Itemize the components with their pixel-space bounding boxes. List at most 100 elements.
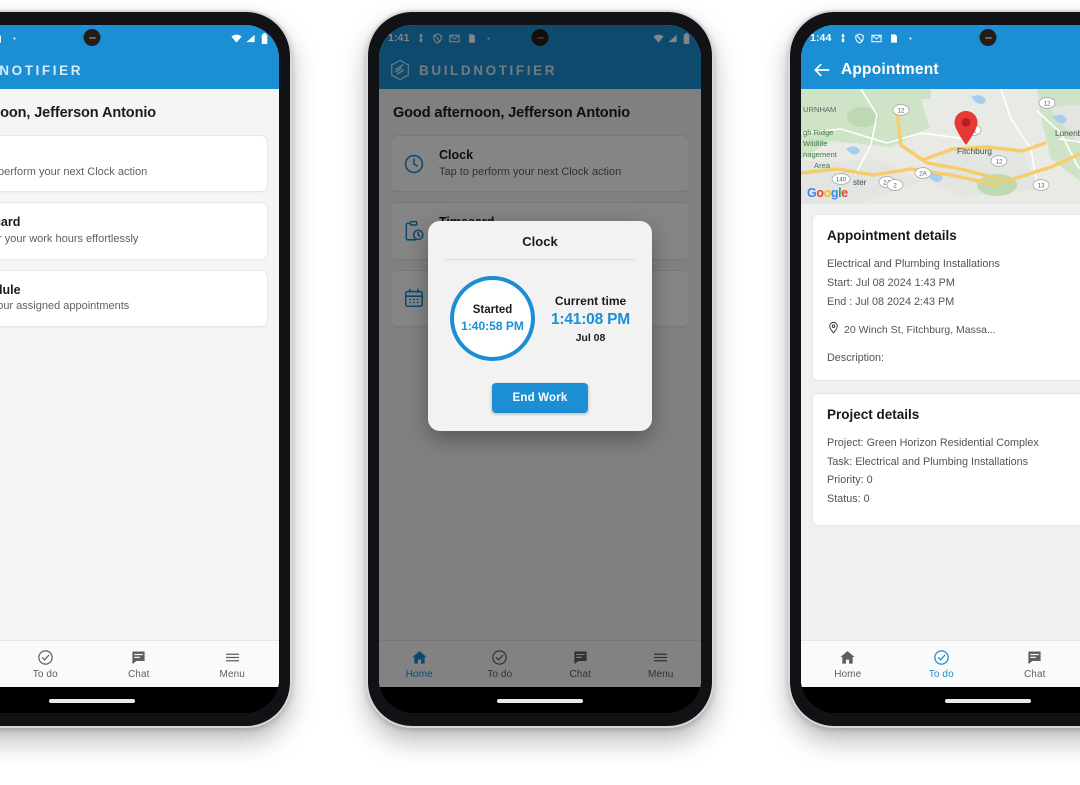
brand-title: BUILDNOTIFIER (0, 62, 84, 78)
phone1-app-bar: BUILDNOTIFIER (0, 51, 279, 89)
appointment-map[interactable]: URNHAM gh Ridge Wildlife nagement Area L… (801, 89, 1080, 204)
nav-label: Chat (1023, 668, 1046, 680)
front-camera-cutout (83, 29, 101, 46)
hamburger-icon (224, 649, 241, 666)
phone-device-2: 1:41 BUILDNOTIFIER Good afternoon, Jeffe… (366, 10, 714, 728)
end-work-button[interactable]: End Work (492, 383, 588, 413)
nav-item-todo[interactable]: To do (895, 649, 989, 680)
phone-device-1: 1:39 (0, 10, 292, 728)
gesture-bar[interactable] (945, 699, 1031, 703)
shield-icon (854, 32, 865, 44)
current-date-value: Jul 08 (575, 331, 606, 344)
svg-text:Area: Area (814, 161, 831, 170)
phone1-screen: 1:39 (0, 25, 279, 687)
current-time-value: 1:41:08 PM (551, 310, 630, 328)
started-ring: Started 1:40:58 PM (450, 276, 535, 361)
nav-label: Chat (127, 668, 150, 680)
phone1-card-list: Clock Tap to perform your next Clock act… (0, 135, 279, 327)
appointment-start: Start: Jul 08 2024 1:43 PM (827, 276, 955, 289)
check-circle-icon (933, 649, 950, 666)
dot-icon (9, 33, 20, 44)
greeting-text: Good afternoon, Jefferson Antonio (0, 105, 157, 121)
project-details-card: Project details Project: Green Horizon R… (812, 392, 1080, 527)
svg-text:gh Ridge: gh Ridge (803, 128, 833, 137)
nav-item-todo[interactable]: To do (0, 649, 92, 680)
project-status: Status: 0 (827, 493, 870, 506)
phone1-top-area: 1:39 (0, 25, 279, 89)
menu-card-timecard[interactable]: Timecard Monitor your work hours effortl… (0, 202, 268, 260)
signal-icon (245, 33, 256, 44)
phone3-app-bar: Appointment (801, 51, 1080, 89)
phone3-bottom-nav: Home To do Chat Menu (801, 640, 1080, 687)
project-priority: Priority: 0 (827, 474, 873, 487)
battery-icon (259, 32, 270, 44)
nav-item-menu[interactable]: Menu (186, 649, 280, 680)
nav-item-chat[interactable]: Chat (988, 649, 1080, 680)
nav-label: To do (32, 668, 58, 680)
project-name: Project: Green Horizon Residential Compl… (827, 436, 1039, 449)
home-icon (839, 649, 856, 666)
card-title: Timecard (0, 215, 21, 230)
page-title: Appointment (841, 61, 939, 78)
nav-item-home[interactable]: Home (801, 649, 895, 680)
nav-label: Home (834, 668, 862, 680)
phone3-gesture-zone (801, 687, 1080, 713)
svg-text:13: 13 (1037, 182, 1045, 189)
phone3-status-bar: 1:44 (801, 25, 1080, 51)
card-subtitle: Monitor your work hours effortlessly (0, 233, 139, 246)
svg-text:ster: ster (853, 178, 867, 187)
current-time-label: Current time (554, 293, 627, 308)
appointment-end: End : Jul 08 2024 2:43 PM (827, 295, 955, 308)
sim-icon (0, 33, 3, 44)
menu-card-schedule[interactable]: Schedule View your assigned appointments (0, 269, 268, 327)
check-circle-icon (37, 649, 54, 666)
map-pin-icon (827, 321, 840, 339)
svg-text:2A: 2A (919, 170, 928, 177)
phone3-detail-body: URNHAM gh Ridge Wildlife nagement Area L… (801, 89, 1080, 687)
menu-card-clock[interactable]: Clock Tap to perform your next Clock act… (0, 135, 268, 193)
card-subtitle: Tap to perform your next Clock action (0, 165, 148, 178)
phone1-gesture-zone (0, 687, 279, 713)
phone-device-3: 1:44 Appointment URNHAM gh Ridge Wildlif… (788, 10, 1080, 728)
front-camera-cutout (979, 29, 997, 46)
svg-text:12: 12 (897, 107, 905, 114)
screenshot-stage: 1:39 (0, 0, 1080, 785)
appointment-details-title: Appointment details (827, 228, 957, 243)
appointment-details-card: Appointment details Electrical and Plumb… (812, 214, 1080, 381)
appointment-summary: Electrical and Plumbing Installations (827, 258, 1000, 270)
dialog-divider (445, 259, 635, 260)
card-subtitle: View your assigned appointments (0, 300, 130, 313)
nav-item-chat[interactable]: Chat (92, 649, 186, 680)
dialog-content: Started 1:40:58 PM Current time 1:41:08 … (443, 276, 637, 361)
current-time-block: Current time 1:41:08 PM Jul 08 (551, 294, 630, 344)
svg-text:12: 12 (995, 158, 1003, 165)
phone3-top-area: 1:44 Appointment (801, 25, 1080, 89)
svg-text:Wildlife: Wildlife (803, 139, 827, 148)
phone2-gesture-zone (379, 687, 701, 713)
gmail-icon (871, 33, 883, 44)
phone2-screen: 1:41 BUILDNOTIFIER Good afternoon, Jeffe… (379, 25, 701, 687)
appointment-address: 20 Winch St, Fitchburg, Massa... (844, 323, 996, 336)
project-task: Task: Electrical and Plumbing Installati… (827, 455, 1029, 468)
phone1-bottom-nav: Home To do Chat Menu (0, 640, 279, 687)
wifi-icon (231, 33, 242, 44)
chat-icon (130, 649, 147, 666)
gesture-bar[interactable] (49, 699, 135, 703)
svg-text:Lunenburg: Lunenburg (1055, 129, 1080, 138)
svg-text:140: 140 (836, 176, 847, 183)
chat-icon (1026, 649, 1043, 666)
appointment-address-row: 20 Winch St, Fitchburg, Massa... Get Dir… (827, 321, 1080, 339)
gesture-bar[interactable] (497, 699, 583, 703)
phone1-home-body: Good afternoon, Jefferson Antonio Clock … (0, 89, 279, 687)
started-label: Started (472, 304, 513, 316)
nav-label: Menu (219, 668, 245, 680)
dialog-title: Clock (522, 234, 558, 249)
back-arrow-icon[interactable] (812, 60, 832, 80)
location-pin-icon (953, 110, 979, 146)
card-title: Schedule (0, 282, 21, 297)
sim-icon (888, 33, 899, 44)
phone1-status-bar: 1:39 (0, 25, 279, 51)
svg-text:Fitchburg: Fitchburg (957, 146, 992, 156)
phone3-screen: 1:44 Appointment URNHAM gh Ridge Wildlif… (801, 25, 1080, 687)
google-logo: Google (807, 186, 848, 200)
